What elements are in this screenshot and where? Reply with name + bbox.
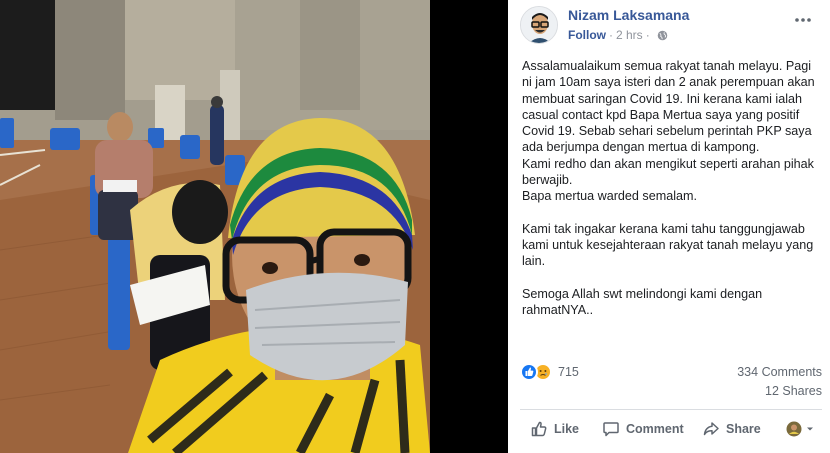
post-timestamp[interactable]: 2 hrs [616, 28, 643, 42]
reaction-count: 715 [558, 365, 579, 379]
post-as-selector[interactable] [786, 421, 815, 437]
selfie-hall-image [0, 0, 430, 453]
post-paragraph: Semoga Allah swt melindongi kami dengan … [522, 286, 763, 317]
follow-link[interactable]: Follow [568, 28, 606, 42]
share-label: Share [726, 422, 761, 436]
post-header: Nizam Laksamana Follow · 2 hrs · [520, 6, 820, 46]
profile-thumbnail-icon [786, 421, 802, 437]
actions-divider [520, 409, 822, 410]
lightbox-gap [430, 0, 508, 453]
post-paragraph: Assalamualaikum semua rakyat tanah melay… [522, 59, 815, 155]
chevron-down-icon [807, 427, 813, 431]
like-label: Like [554, 422, 580, 436]
author-name[interactable]: Nizam Laksamana [568, 7, 689, 23]
post-paragraph: Kami redho dan akan mengikut seperti ara… [522, 156, 814, 188]
reactions-summary[interactable]: 715 [520, 363, 579, 381]
post-paragraph: Kami tak ingakar kerana kami tahu tanggu… [522, 221, 814, 269]
post-meta: Follow · 2 hrs · [568, 28, 668, 42]
share-button[interactable]: Share [702, 413, 784, 445]
post-actions-bar: Like Comment Share [520, 412, 826, 446]
meta-separator-2: · [645, 28, 650, 42]
like-button[interactable]: Like [530, 413, 602, 445]
post-panel: Nizam Laksamana Follow · 2 hrs · Assalam… [508, 0, 830, 453]
like-icon [520, 363, 538, 381]
comments-count-link[interactable]: 334 Comments [737, 365, 822, 379]
comment-label: Comment [626, 422, 684, 436]
globe-icon [657, 30, 667, 40]
post-paragraph: Bapa mertua warded semalam. [522, 189, 697, 204]
shares-count-link[interactable]: 12 Shares [765, 384, 822, 398]
share-arrow-icon [703, 422, 719, 436]
comment-bubble-icon [603, 422, 619, 437]
post-body: Assalamualaikum semua rakyat tanah melay… [522, 58, 822, 318]
author-avatar[interactable] [520, 6, 558, 44]
post-photo[interactable] [0, 0, 430, 453]
more-options-icon[interactable] [794, 14, 812, 26]
meta-separator: · [609, 28, 613, 42]
comment-button[interactable]: Comment [602, 413, 702, 445]
engagement-stats: 715 334 Comments 12 Shares [520, 363, 822, 403]
thumbs-up-icon [531, 421, 547, 437]
avatar-image [521, 7, 557, 43]
